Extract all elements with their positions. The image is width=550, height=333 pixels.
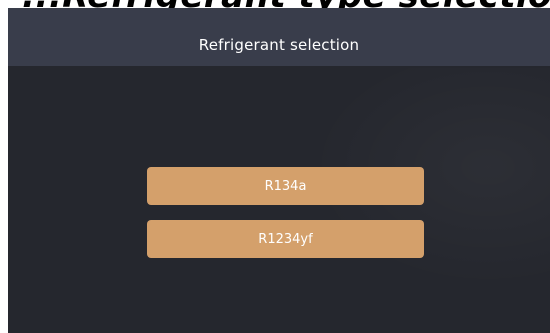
option-r134a-button[interactable]: R134a — [147, 167, 424, 205]
device-screen: Refrigerant selection R134a R1234yf — [8, 8, 550, 333]
page: ...Refrigerant type selection ... Refrig… — [0, 0, 550, 333]
page-title: Refrigerant selection — [198, 36, 360, 54]
option-label: R1234yf — [258, 231, 313, 247]
option-r1234yf-button[interactable]: R1234yf — [147, 220, 424, 258]
option-label: R134a — [264, 178, 307, 194]
title-bar: Refrigerant selection — [8, 8, 550, 66]
refrigerant-option-list: R134a R1234yf — [147, 167, 424, 273]
